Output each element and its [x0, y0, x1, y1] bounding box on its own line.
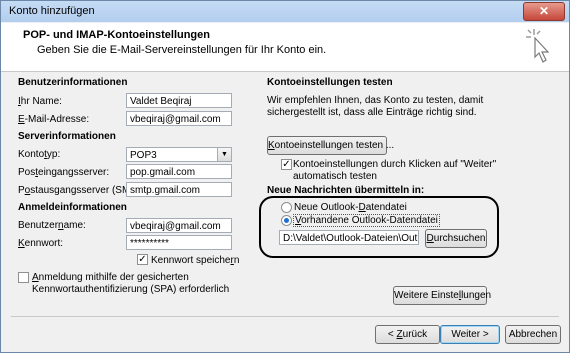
- email-label: E-Mail-Adresse:: [18, 114, 90, 125]
- user-info-heading: Benutzerinformationen: [18, 77, 128, 88]
- spa-label-line2: Kennwortauthentifizierung (SPA) erforder…: [32, 284, 230, 295]
- next-button[interactable]: Weiter >: [440, 325, 500, 344]
- remember-password-checkbox[interactable]: ✓: [137, 254, 148, 265]
- password-input[interactable]: **********: [126, 235, 232, 250]
- header-title: POP- und IMAP-Kontoeinstellungen: [23, 29, 210, 41]
- new-data-file-label: Neue Outlook-Datendatei: [294, 202, 407, 213]
- more-settings-button[interactable]: Weitere Einstellungen: [393, 286, 491, 305]
- chevron-down-icon[interactable]: ▼: [217, 148, 231, 161]
- title-bar: Konto hinzufügen ✕: [1, 1, 569, 22]
- deliver-heading: Neue Nachrichten übermitteln in:: [267, 185, 425, 196]
- test-account-settings-button[interactable]: Kontoeinstellungen testen ...: [267, 136, 394, 155]
- test-description-line2: sichergestellt ist, dass alle Einträge r…: [267, 107, 477, 118]
- server-info-heading: Serverinformationen: [18, 131, 116, 142]
- window-title: Konto hinzufügen: [9, 5, 95, 17]
- new-data-file-radio[interactable]: [281, 202, 292, 213]
- browse-button[interactable]: Durchsuchen: [425, 229, 487, 248]
- auto-test-label-line2: automatisch testen: [293, 171, 377, 182]
- close-button[interactable]: ✕: [523, 2, 565, 21]
- login-info-heading: Anmeldeinformationen: [18, 202, 127, 213]
- wizard-header: POP- und IMAP-Kontoeinstellungen Geben S…: [1, 23, 569, 72]
- footer-divider: [11, 316, 559, 317]
- email-input[interactable]: vbeqiraj@gmail.com: [126, 111, 232, 126]
- incoming-server-input[interactable]: pop.gmail.com: [126, 164, 232, 179]
- name-label: Ihr Name:: [18, 96, 62, 107]
- cursor-click-icon: [526, 29, 550, 63]
- test-description-line1: Wir empfehlen Ihnen, das Konto zu testen…: [267, 95, 484, 106]
- incoming-server-label: Posteingangsserver:: [18, 167, 110, 178]
- spa-label-line1: Anmeldung mithilfe der gesicherten: [32, 272, 189, 283]
- account-type-label: Kontotyp:: [18, 149, 61, 160]
- existing-data-file-label: Vorhandene Outlook-Datendatei: [293, 214, 440, 227]
- auto-test-checkbox[interactable]: ✓: [281, 159, 292, 170]
- data-file-path-input[interactable]: D:\Valdet\Outlook-Dateien\Outlook: [279, 230, 419, 245]
- header-subtitle: Geben Sie die E-Mail-Servereinstellungen…: [37, 44, 327, 56]
- username-label: Benutzername:: [18, 220, 86, 231]
- outgoing-server-input[interactable]: smtp.gmail.com: [126, 182, 232, 197]
- password-label: Kennwort:: [18, 238, 64, 249]
- add-account-dialog: Konto hinzufügen ✕ POP- und IMAP-Kontoei…: [0, 0, 570, 353]
- test-settings-heading: Kontoeinstellungen testen: [267, 77, 393, 88]
- account-type-value: POP3: [130, 150, 157, 161]
- auto-test-label-line1: Kontoeinstellungen durch Klicken auf "We…: [293, 159, 497, 170]
- cancel-button[interactable]: Abbrechen: [505, 325, 561, 344]
- spa-checkbox[interactable]: [18, 272, 29, 283]
- back-button[interactable]: < Zurück: [375, 325, 440, 344]
- existing-data-file-radio[interactable]: [281, 215, 292, 226]
- account-type-select[interactable]: POP3 ▼: [126, 147, 232, 162]
- name-input[interactable]: Valdet Beqiraj: [126, 93, 232, 108]
- username-input[interactable]: vbeqiraj@gmail.com: [126, 218, 232, 233]
- remember-password-label: Kennwort speichern: [151, 255, 240, 266]
